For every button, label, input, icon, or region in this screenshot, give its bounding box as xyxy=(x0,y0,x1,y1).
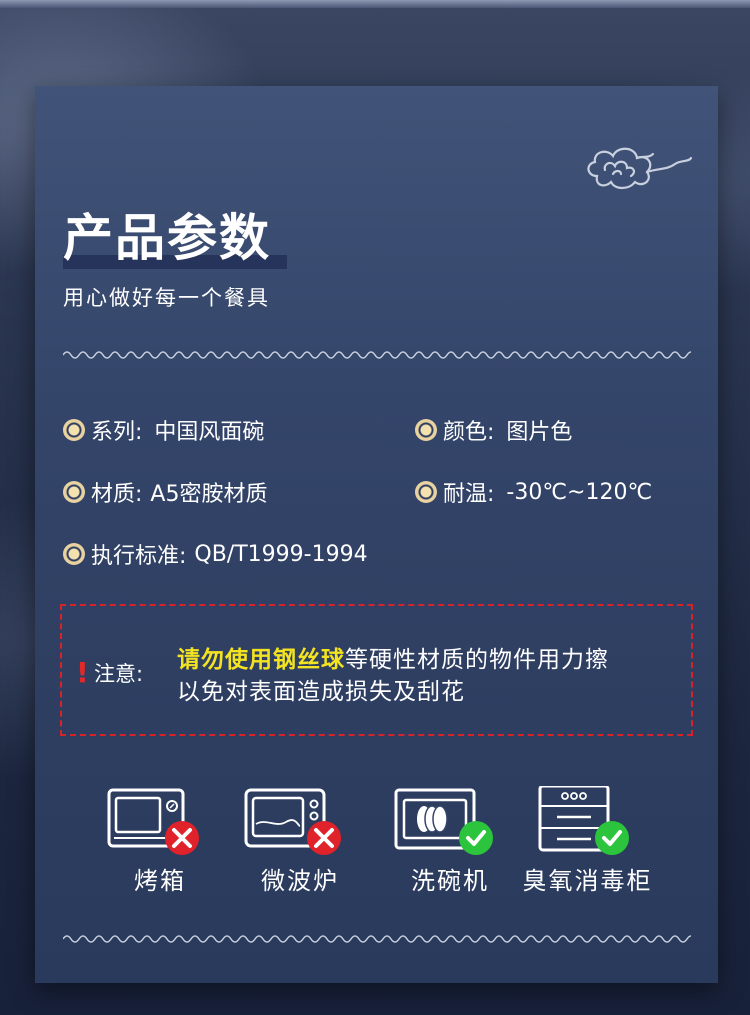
notice-line-1: 请勿使用钢丝球等硬性材质的物件用力擦 xyxy=(177,644,692,676)
notice-text: 请勿使用钢丝球等硬性材质的物件用力擦 以免对表面造成损失及刮花 xyxy=(177,644,692,708)
spec-standard: 执行标准: QB/T1999-1994 xyxy=(63,538,368,570)
allowed-badge-icon xyxy=(595,821,629,855)
appliance-oven: 烤箱 xyxy=(90,786,230,896)
appliance-sterilizer: 臭氧消毒柜 xyxy=(505,786,670,896)
notice-label: 注意: xyxy=(94,662,144,686)
notice-line-1-rest: 等硬性材质的物件用力擦 xyxy=(345,647,609,673)
dishwasher-icon xyxy=(394,788,493,855)
spec-label: 颜色: xyxy=(443,420,495,445)
spec-label: 执行标准: xyxy=(91,544,187,569)
appliance-label: 烤箱 xyxy=(134,867,186,895)
forbidden-badge-icon xyxy=(307,821,341,855)
bullet-icon xyxy=(63,481,85,503)
product-params-card: 产品参数 用心做好每一个餐具 系列: 中国风面碗 颜色: 图片色 材质: A5密… xyxy=(35,86,718,983)
spec-value: QB/T1999-1994 xyxy=(194,541,368,567)
forbidden-badge-icon xyxy=(165,821,199,855)
spec-color: 颜色: 图片色 xyxy=(415,414,572,446)
wave-divider-top xyxy=(63,351,691,359)
bullet-icon xyxy=(63,419,85,441)
notice-highlight: 请勿使用钢丝球 xyxy=(177,647,345,673)
bullet-icon xyxy=(415,481,437,503)
sterilizer-cabinet-icon xyxy=(538,786,629,855)
appliance-label: 微波炉 xyxy=(261,867,339,895)
spec-value: 中国风面碗 xyxy=(154,420,265,445)
bullet-icon xyxy=(415,419,437,441)
appliance-label: 洗碗机 xyxy=(411,867,489,895)
bullet-icon xyxy=(63,543,85,565)
page-subtitle: 用心做好每一个餐具 xyxy=(63,286,270,310)
notice-line-2: 以免对表面造成损失及刮花 xyxy=(177,679,465,705)
spec-material: 材质: A5密胺材质 xyxy=(63,476,267,508)
spec-temperature: 耐温: -30℃~120℃ xyxy=(415,476,652,508)
auspicious-cloud-icon xyxy=(587,147,693,190)
notice-box: ! 注意: 请勿使用钢丝球等硬性材质的物件用力擦 以免对表面造成损失及刮花 xyxy=(60,604,693,736)
allowed-badge-icon xyxy=(459,821,493,855)
spec-label: 材质: xyxy=(91,482,143,507)
oven-icon xyxy=(107,788,199,855)
page-title: 产品参数 xyxy=(63,209,271,267)
top-strip xyxy=(0,0,750,8)
spec-value: 图片色 xyxy=(506,420,573,445)
wave-divider-bottom xyxy=(63,935,691,943)
spec-label: 系列: xyxy=(91,420,143,445)
exclamation-icon: ! xyxy=(76,656,89,689)
spec-label: 耐温: xyxy=(443,482,495,507)
appliance-label: 臭氧消毒柜 xyxy=(522,867,653,895)
appliance-dishwasher: 洗碗机 xyxy=(380,786,520,896)
spec-value: -30℃~120℃ xyxy=(506,479,653,505)
title-block: 产品参数 xyxy=(63,208,287,269)
spec-value: A5密胺材质 xyxy=(150,482,268,507)
appliance-microwave: 微波炉 xyxy=(230,786,370,896)
microwave-icon xyxy=(244,788,341,855)
spec-series: 系列: 中国风面碗 xyxy=(63,414,264,446)
